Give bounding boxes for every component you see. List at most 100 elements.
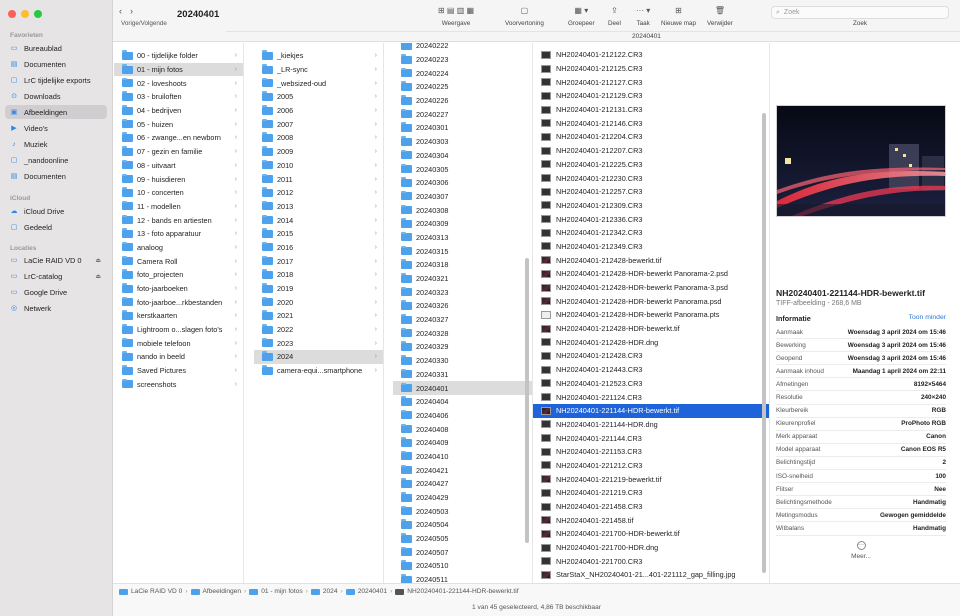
breadcrumb-item[interactable]: NH20240401-221144-HDR-bewerkt.tif: [407, 588, 518, 595]
file-row[interactable]: NH20240401-212225.CR3: [533, 158, 769, 172]
folder-row[interactable]: 05 - huizen ›: [114, 117, 243, 131]
folder-row[interactable]: 2009 ›: [254, 145, 383, 159]
folder-row[interactable]: 07 - gezin en familie ›: [114, 145, 243, 159]
sidebar-item[interactable]: ▤ Documenten: [5, 57, 107, 71]
folder-row[interactable]: Lightroom o...slagen foto's ›: [114, 323, 243, 337]
folder-row[interactable]: 2008 ›: [254, 131, 383, 145]
file-row[interactable]: NH20240401-212129.CR3: [533, 89, 769, 103]
file-row[interactable]: NH20240401-221153.CR3: [533, 445, 769, 459]
folder-row[interactable]: foto-jaarboe...rkbestanden ›: [114, 295, 243, 309]
folder-row[interactable]: 20240223: [393, 53, 532, 67]
file-row[interactable]: NH20240401-212428-HDR-bewerkt Panorama.p…: [533, 308, 769, 322]
breadcrumb-item[interactable]: 20240401: [358, 588, 387, 595]
folder-row[interactable]: 2016 ›: [254, 241, 383, 255]
file-row[interactable]: NH20240401-221144-HDR-bewerkt.tif: [533, 403, 769, 418]
file-row[interactable]: NH20240401-212127.CR3: [533, 75, 769, 89]
toolbar-button-nieuwe-map[interactable]: ⊞ Nieuwe map: [661, 6, 696, 27]
folder-row[interactable]: 20240401: [393, 381, 532, 395]
folder-row[interactable]: foto_projecten ›: [114, 268, 243, 282]
folder-row[interactable]: 20240503: [393, 504, 532, 518]
folder-row[interactable]: 2021 ›: [254, 309, 383, 323]
sidebar-item[interactable]: ▭ Bureaublad: [5, 41, 107, 55]
folder-row[interactable]: 20240410: [393, 450, 532, 464]
folder-row[interactable]: 06 - zwange...en newborn ›: [114, 131, 243, 145]
folder-row[interactable]: 20240406: [393, 409, 532, 423]
folder-row[interactable]: 20240507: [393, 545, 532, 559]
file-row[interactable]: NH20240401-221458.tif: [533, 513, 769, 527]
folder-row[interactable]: 2011 ›: [254, 172, 383, 186]
file-row[interactable]: NH20240401-212349.CR3: [533, 240, 769, 254]
file-row[interactable]: NH20240401-212428-HDR-bewerkt Panorama-2…: [533, 267, 769, 281]
toolbar-button-verwijder[interactable]: 🗑 Verwijder: [707, 6, 733, 27]
sidebar-item[interactable]: ⊙ Downloads: [5, 89, 107, 103]
file-row[interactable]: NH20240401-212428-HDR-bewerkt Panorama-3…: [533, 281, 769, 295]
file-row[interactable]: NH20240401-221219.CR3: [533, 486, 769, 500]
folder-row[interactable]: 20240303: [393, 135, 532, 149]
nav-buttons[interactable]: ‹›: [119, 6, 141, 16]
folder-row[interactable]: 20240408: [393, 422, 532, 436]
sidebar-item[interactable]: ▭ Google Drive: [5, 285, 107, 299]
folder-row[interactable]: 20240323: [393, 285, 532, 299]
folder-row[interactable]: 2010 ›: [254, 159, 383, 173]
file-row[interactable]: NH20240401-212523.CR3: [533, 377, 769, 391]
folder-row[interactable]: _kiekjes ›: [254, 49, 383, 63]
sidebar-item[interactable]: ▭ LaCie RAID VD 0 ⏏: [5, 253, 107, 267]
folder-row[interactable]: 08 - uitvaart ›: [114, 159, 243, 173]
folder-row[interactable]: 20240308: [393, 203, 532, 217]
file-row[interactable]: NH20240401-212257.CR3: [533, 185, 769, 199]
breadcrumb-item[interactable]: Afbeeldingen: [203, 588, 242, 595]
folder-row[interactable]: 20240321: [393, 272, 532, 286]
file-row[interactable]: NH20240401-221458.CR3: [533, 500, 769, 514]
folder-row[interactable]: 20240304: [393, 149, 532, 163]
file-row[interactable]: NH20240401-212336.CR3: [533, 212, 769, 226]
folder-row[interactable]: analoog ›: [114, 241, 243, 255]
minimize-button[interactable]: [21, 10, 29, 18]
sidebar-item[interactable]: ▤ Documenten: [5, 169, 107, 183]
folder-row[interactable]: 04 - bedrijven ›: [114, 104, 243, 118]
file-row[interactable]: NH20240401-221219-bewerkt.tif: [533, 472, 769, 486]
zoom-button[interactable]: [34, 10, 42, 18]
folder-row[interactable]: mobiele telefoon ›: [114, 336, 243, 350]
sidebar-item[interactable]: ▢ Gedeeld: [5, 220, 107, 234]
folder-row[interactable]: 2007 ›: [254, 117, 383, 131]
file-row[interactable]: StarStaX_NH20240401-21...401-221112_gap_…: [533, 568, 769, 582]
sidebar-item[interactable]: ◎ Netwerk: [5, 301, 107, 315]
file-row[interactable]: NH20240401-212122.CR3: [533, 48, 769, 62]
folder-row[interactable]: 2020 ›: [254, 295, 383, 309]
folder-row[interactable]: 20240224: [393, 66, 532, 80]
folder-row[interactable]: 20240510: [393, 559, 532, 573]
more-button[interactable]: ··· Meer...: [776, 541, 946, 560]
folder-row[interactable]: camera-equi...smartphone ›: [254, 364, 383, 378]
file-row[interactable]: NH20240401-221700-HDR-bewerkt.tif: [533, 527, 769, 541]
file-row[interactable]: NH20240401-212230.CR3: [533, 171, 769, 185]
folder-row[interactable]: 2014 ›: [254, 213, 383, 227]
toolbar-button-taak[interactable]: ··· ▾ Taak: [636, 6, 650, 27]
folder-row[interactable]: 20240318: [393, 258, 532, 272]
folder-row[interactable]: 01 - mijn fotos ›: [114, 62, 243, 77]
file-row[interactable]: NH20240401-212309.CR3: [533, 199, 769, 213]
folder-row[interactable]: 2006 ›: [254, 104, 383, 118]
folder-row[interactable]: 2018 ›: [254, 268, 383, 282]
sidebar-item[interactable]: ▣ Afbeeldingen: [5, 105, 107, 119]
column-3-scrollbar[interactable]: [525, 258, 529, 543]
folder-row[interactable]: 20240331: [393, 368, 532, 382]
column-4-scrollbar[interactable]: [762, 113, 766, 573]
folder-row[interactable]: 20240313: [393, 231, 532, 245]
folder-row[interactable]: 20240327: [393, 313, 532, 327]
file-row[interactable]: NH20240401-212428.CR3: [533, 349, 769, 363]
folder-row[interactable]: 20240421: [393, 463, 532, 477]
breadcrumb-item[interactable]: 01 - mijn fotos: [261, 588, 302, 595]
folder-row[interactable]: screenshots ›: [114, 378, 243, 392]
file-row[interactable]: NH20240401-212443.CR3: [533, 363, 769, 377]
forward-icon[interactable]: ›: [130, 6, 141, 16]
file-row[interactable]: NH20240401-212207.CR3: [533, 144, 769, 158]
folder-row[interactable]: 2023 ›: [254, 336, 383, 350]
sidebar-item[interactable]: ▢ _nandoonline: [5, 153, 107, 167]
folder-row[interactable]: 20240306: [393, 176, 532, 190]
folder-row[interactable]: foto-jaarboeken ›: [114, 282, 243, 296]
toolbar-button-deel[interactable]: ⇪ Deel: [608, 6, 621, 27]
folder-row[interactable]: _websized-oud ›: [254, 76, 383, 90]
breadcrumb-item[interactable]: LaCie RAID VD 0: [131, 588, 182, 595]
folder-row[interactable]: 20240429: [393, 491, 532, 505]
breadcrumb-item[interactable]: 2024: [323, 588, 338, 595]
